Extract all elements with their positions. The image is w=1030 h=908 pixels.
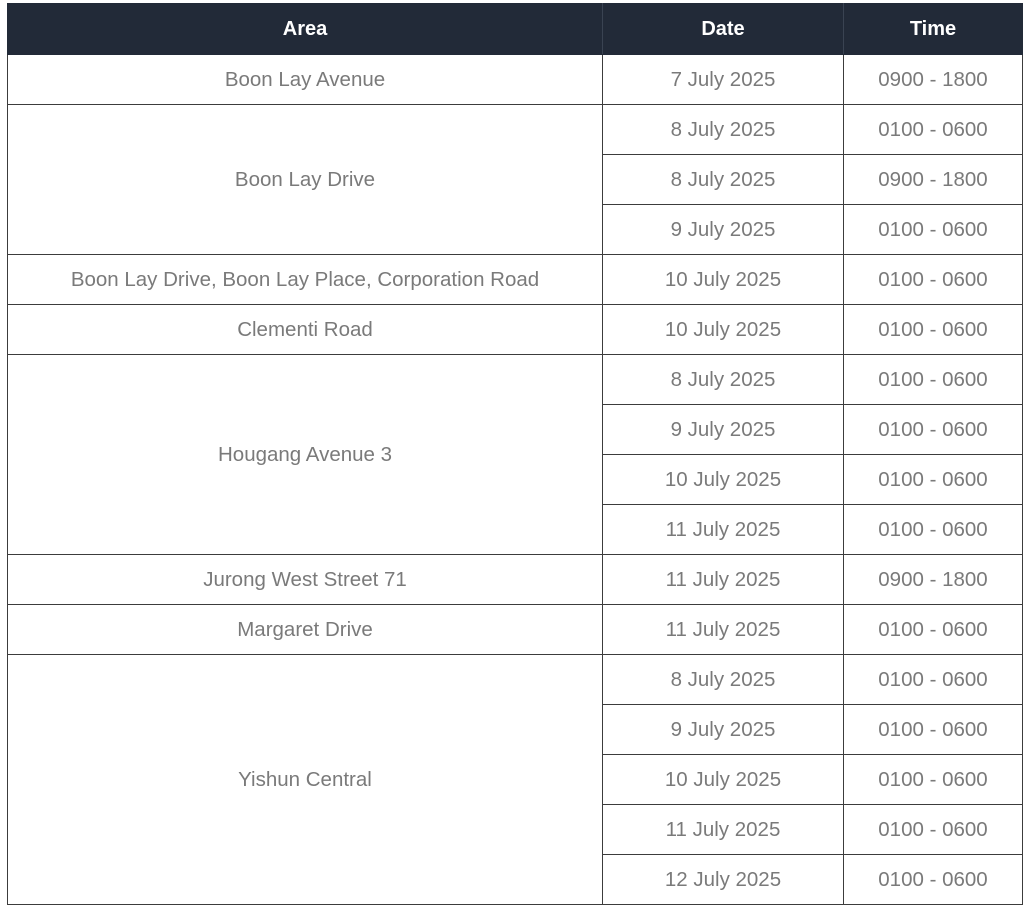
date-cell: 10 July 2025 bbox=[602, 304, 844, 355]
time-cell: 0100 - 0600 bbox=[843, 204, 1023, 255]
time-cell: 0100 - 0600 bbox=[843, 754, 1023, 805]
schedule-table: Area Date Time Boon Lay Avenue 7 July 202… bbox=[7, 3, 1023, 905]
area-cell: Yishun Central bbox=[7, 654, 603, 905]
area-cell: Jurong West Street 71 bbox=[7, 554, 603, 605]
time-cell: 0100 - 0600 bbox=[843, 104, 1023, 155]
date-cell: 9 July 2025 bbox=[602, 204, 844, 255]
date-cell: 11 July 2025 bbox=[602, 554, 844, 605]
table-row: Boon Lay Drive, Boon Lay Place, Corporat… bbox=[7, 254, 1023, 305]
area-cell: Boon Lay Drive, Boon Lay Place, Corporat… bbox=[7, 254, 603, 305]
table-row: Margaret Drive 11 July 2025 0100 - 0600 bbox=[7, 604, 1023, 655]
date-cell: 9 July 2025 bbox=[602, 704, 844, 755]
area-cell: Hougang Avenue 3 bbox=[7, 354, 603, 555]
time-cell: 0100 - 0600 bbox=[843, 254, 1023, 305]
date-cell: 8 July 2025 bbox=[602, 354, 844, 405]
time-cell: 0100 - 0600 bbox=[843, 804, 1023, 855]
time-cell: 0900 - 1800 bbox=[843, 54, 1023, 105]
date-cell: 11 July 2025 bbox=[602, 604, 844, 655]
table-row: Boon Lay Avenue 7 July 2025 0900 - 1800 bbox=[7, 54, 1023, 105]
time-cell: 0100 - 0600 bbox=[843, 854, 1023, 905]
date-cell: 11 July 2025 bbox=[602, 804, 844, 855]
table-row: Yishun Central 8 July 2025 0100 - 0600 bbox=[7, 654, 1023, 905]
time-cell: 0900 - 1800 bbox=[843, 554, 1023, 605]
time-cell: 0100 - 0600 bbox=[843, 454, 1023, 505]
table-body: Boon Lay Avenue 7 July 2025 0900 - 1800 Boo… bbox=[7, 54, 1023, 905]
date-cell: 9 July 2025 bbox=[602, 404, 844, 455]
header-date: Date bbox=[602, 3, 844, 55]
date-cell: 12 July 2025 bbox=[602, 854, 844, 905]
area-cell: Margaret Drive bbox=[7, 604, 603, 655]
date-cell: 7 July 2025 bbox=[602, 54, 844, 105]
table-header: Area Date Time bbox=[7, 3, 1023, 55]
header-row: Area Date Time bbox=[7, 3, 1023, 55]
time-cell: 0100 - 0600 bbox=[843, 354, 1023, 405]
time-cell: 0900 - 1800 bbox=[843, 154, 1023, 205]
date-cell: 8 July 2025 bbox=[602, 104, 844, 155]
date-cell: 10 July 2025 bbox=[602, 754, 844, 805]
date-cell: 10 July 2025 bbox=[602, 254, 844, 305]
table-row: Clementi Road 10 July 2025 0100 - 0600 bbox=[7, 304, 1023, 355]
date-cell: 8 July 2025 bbox=[602, 154, 844, 205]
area-cell: Clementi Road bbox=[7, 304, 603, 355]
table-row: Hougang Avenue 38 July 2025 0100 - 0600 bbox=[7, 354, 1023, 555]
date-cell: 8 July 2025 bbox=[602, 654, 844, 705]
time-cell: 0100 - 0600 bbox=[843, 654, 1023, 705]
date-cell: 10 July 2025 bbox=[602, 454, 844, 505]
table-row: Boon Lay Drive 8 July 2025 0100 - 0600 bbox=[7, 104, 1023, 255]
time-cell: 0100 - 0600 bbox=[843, 604, 1023, 655]
time-cell: 0100 - 0600 bbox=[843, 304, 1023, 355]
area-cell: Boon Lay Drive bbox=[7, 104, 603, 255]
header-area: Area bbox=[7, 3, 603, 55]
table-row: Jurong West Street 71 11 July 2025 0900 - … bbox=[7, 554, 1023, 605]
area-cell: Boon Lay Avenue bbox=[7, 54, 603, 105]
time-cell: 0100 - 0600 bbox=[843, 404, 1023, 455]
header-time: Time bbox=[843, 3, 1023, 55]
date-cell: 11 July 2025 bbox=[602, 504, 844, 555]
time-cell: 0100 - 0600 bbox=[843, 504, 1023, 555]
time-cell: 0100 - 0600 bbox=[843, 704, 1023, 755]
